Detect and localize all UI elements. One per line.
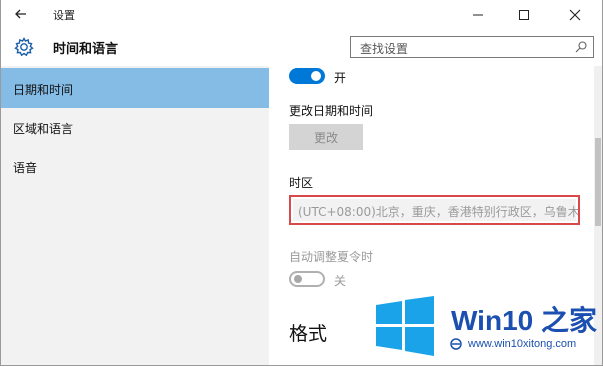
watermark-url: www.win10xitong.com: [468, 338, 577, 350]
scrollbar-thumb[interactable]: [595, 138, 601, 226]
dst-toggle[interactable]: [289, 271, 325, 287]
close-button[interactable]: [547, 0, 602, 30]
window-title: 设置: [53, 9, 75, 22]
dst-label: 自动调整夏令时: [289, 250, 374, 264]
back-button[interactable]: [11, 4, 31, 24]
toggle-knob: [294, 275, 302, 283]
title-bar: 设置: [1, 0, 602, 30]
maximize-button[interactable]: [501, 0, 547, 30]
change-button[interactable]: 更改: [289, 124, 363, 150]
watermark: Win10 之家 www.win10xitong.com: [370, 293, 602, 365]
watermark-brand: Win10 之家: [451, 305, 597, 336]
sidebar-item-region-language[interactable]: 区域和语言: [1, 107, 269, 147]
timezone-select-field: (UTC+08:00)北京，重庆，香港特别行政区，乌鲁木: [293, 199, 578, 221]
auto-time-toggle-state: 开: [334, 71, 347, 85]
maximize-icon: [519, 10, 529, 20]
close-icon: [569, 9, 580, 21]
app-header: 时间和语言 查找设置: [1, 30, 602, 66]
timezone-value: (UTC+08:00)北京，重庆，香港特别行政区，乌鲁木: [298, 205, 580, 219]
change-datetime-label: 更改日期和时间: [289, 104, 374, 118]
windows-logo-icon: [376, 296, 434, 356]
sidebar: 日期和时间 区域和语言 语音: [1, 66, 269, 365]
search-input[interactable]: 查找设置: [350, 36, 594, 58]
settings-window: 设置 时间和语言 查找设置 日期和时间 区域和语言 语音 开 更改日期和时间 更…: [0, 0, 603, 366]
timezone-label: 时区: [289, 176, 314, 190]
sidebar-item-label: 语音: [13, 161, 38, 175]
toggle-knob: [311, 71, 321, 81]
sidebar-item-label: 日期和时间: [13, 83, 74, 97]
page-title: 时间和语言: [53, 42, 119, 57]
search-placeholder: 查找设置: [360, 42, 409, 56]
search-icon: [575, 41, 587, 53]
sidebar-item-label: 区域和语言: [13, 122, 74, 136]
minimize-button[interactable]: [455, 0, 501, 30]
minimize-icon: [473, 14, 483, 16]
sidebar-item-date-time[interactable]: 日期和时间: [1, 68, 269, 108]
ie-logo-icon: [450, 338, 462, 350]
back-arrow-icon: [15, 9, 26, 19]
timezone-select[interactable]: (UTC+08:00)北京，重庆，香港特别行政区，乌鲁木: [289, 195, 580, 225]
gear-icon: [14, 37, 34, 57]
sidebar-item-speech[interactable]: 语音: [1, 146, 269, 186]
format-heading: 格式: [289, 323, 328, 345]
auto-time-toggle[interactable]: [289, 68, 325, 84]
dst-toggle-state: 关: [334, 274, 347, 288]
